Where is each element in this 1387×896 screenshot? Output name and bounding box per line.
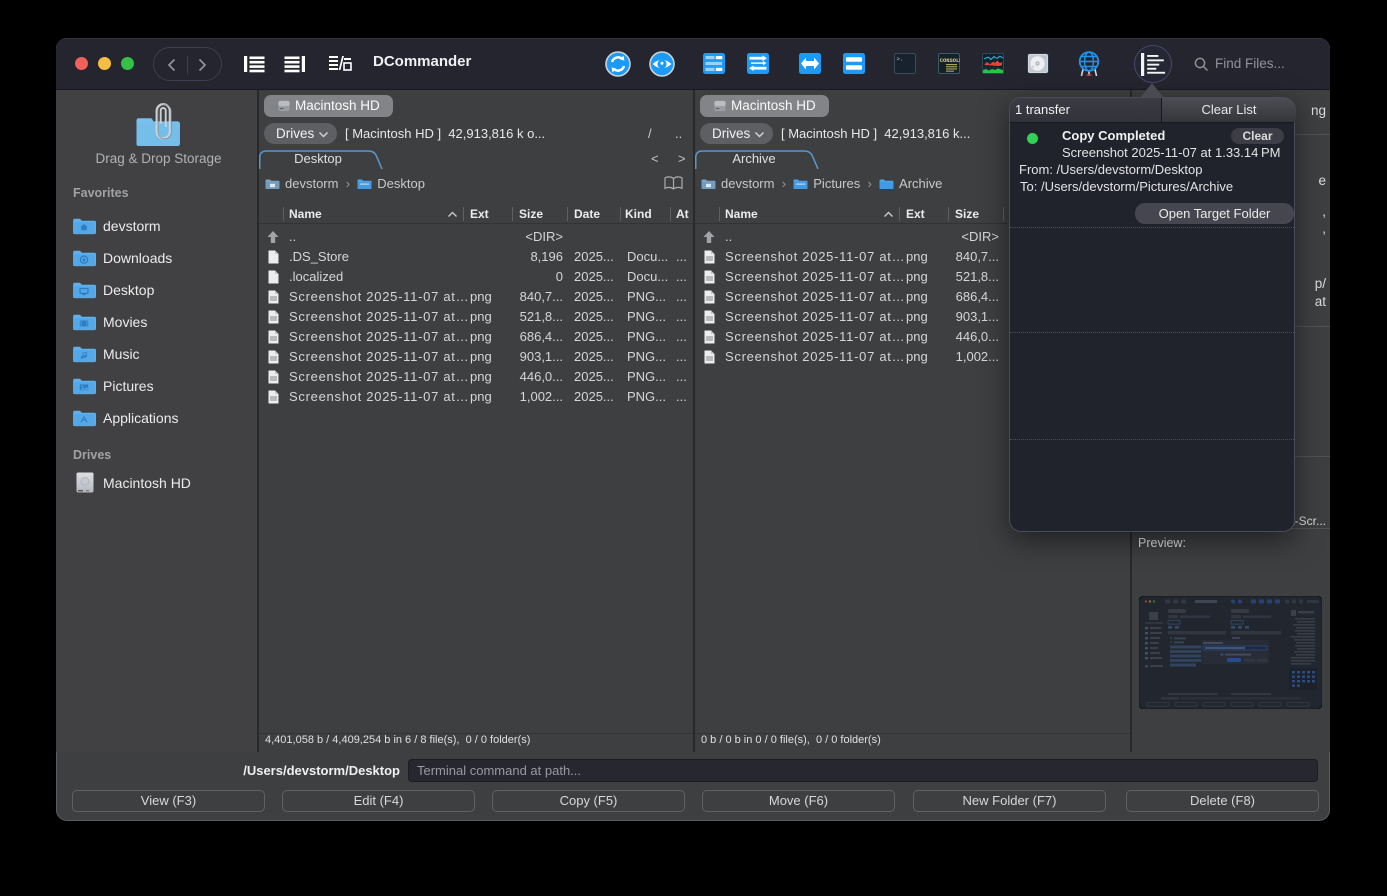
svg-text:CONSOLE: CONSOLE: [940, 58, 960, 64]
svg-text:>.: >.: [897, 56, 904, 63]
